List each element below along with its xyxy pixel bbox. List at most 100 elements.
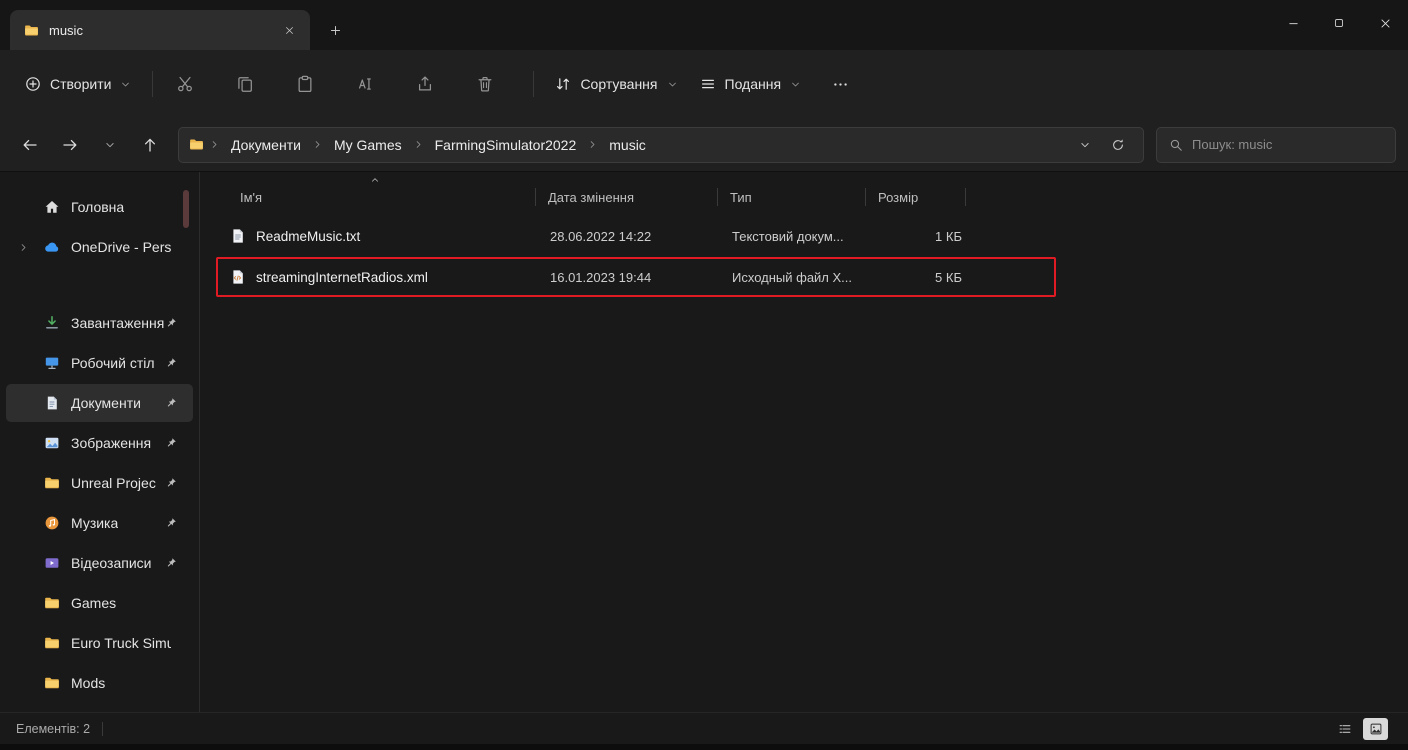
sidebar-item-icon bbox=[44, 199, 60, 215]
sidebar-item-label: Завантаження bbox=[71, 315, 165, 331]
maximize-icon bbox=[1333, 17, 1345, 29]
minimize-button[interactable] bbox=[1270, 0, 1316, 46]
window-edge bbox=[0, 744, 1408, 750]
breadcrumb-item[interactable]: My Games bbox=[328, 133, 408, 157]
sidebar-item-pictures[interactable]: Зображення bbox=[6, 424, 193, 462]
new-tab-button[interactable] bbox=[318, 13, 352, 47]
paste-button[interactable] bbox=[283, 64, 327, 104]
refresh-button[interactable] bbox=[1103, 130, 1133, 160]
sidebar-item-games[interactable]: Games bbox=[6, 584, 193, 622]
more-icon bbox=[832, 76, 849, 93]
view-icon bbox=[700, 76, 716, 92]
view-button[interactable]: Подання bbox=[689, 67, 813, 101]
status-divider bbox=[102, 721, 104, 736]
sidebar-item-unreal-projects[interactable]: Unreal Projec bbox=[6, 464, 193, 502]
file-icon bbox=[230, 269, 246, 285]
sidebar-item-label: Робочий стіл bbox=[71, 355, 155, 371]
sidebar-item-label: Відеозаписи bbox=[71, 555, 152, 571]
toolbar-button-icon bbox=[176, 75, 194, 93]
sidebar-item-desktop[interactable]: Робочий стіл bbox=[6, 344, 193, 382]
cut-button[interactable] bbox=[163, 64, 207, 104]
sidebar-item-onedrive[interactable]: OneDrive - Perso bbox=[6, 228, 193, 266]
tab-close-button[interactable] bbox=[276, 17, 302, 43]
search-icon bbox=[1169, 138, 1183, 152]
sidebar-item-label: Музика bbox=[71, 515, 119, 531]
sidebar-item-icon bbox=[44, 395, 60, 411]
pin-icon bbox=[165, 437, 177, 449]
sidebar-item-label: Mods bbox=[71, 675, 106, 691]
back-button[interactable] bbox=[12, 127, 48, 163]
new-button[interactable]: Створити bbox=[14, 67, 142, 101]
sidebar-item-label: Games bbox=[71, 595, 117, 611]
share-button[interactable] bbox=[403, 64, 447, 104]
sort-icon bbox=[555, 76, 571, 92]
pin-icon bbox=[165, 357, 177, 369]
details-view-button[interactable] bbox=[1332, 718, 1357, 740]
sidebar-item-downloads[interactable]: Завантаження bbox=[6, 304, 193, 342]
search-input[interactable] bbox=[1192, 137, 1383, 152]
file-row[interactable]: streamingInternetRadios.xml 16.01.2023 1… bbox=[216, 257, 1056, 297]
sidebar-item-label: OneDrive - Perso bbox=[71, 239, 171, 255]
sidebar-scrollbar-thumb[interactable] bbox=[183, 190, 189, 228]
toolbar-button-icon bbox=[236, 75, 254, 93]
sidebar-item-label: Unreal Projec bbox=[71, 475, 156, 491]
navigation-bar: Документи My Games FarmingSimulator2022 … bbox=[0, 118, 1408, 172]
chevron-right-icon bbox=[587, 139, 598, 150]
file-size: 1 КБ bbox=[935, 228, 962, 244]
sort-button-label: Сортування bbox=[580, 76, 658, 92]
copy-button[interactable] bbox=[223, 64, 267, 104]
column-header[interactable]: Розмір bbox=[866, 182, 966, 212]
forward-button[interactable] bbox=[52, 127, 88, 163]
delete-button[interactable] bbox=[463, 64, 507, 104]
tab-title: music bbox=[49, 22, 83, 38]
sidebar-item-mods[interactable]: Mods bbox=[6, 664, 193, 702]
arrow-right-icon bbox=[62, 137, 78, 153]
column-header[interactable]: Дата змінення bbox=[536, 182, 718, 212]
sidebar-item-label: Головна bbox=[71, 199, 125, 215]
close-icon bbox=[1379, 17, 1392, 30]
address-bar[interactable]: Документи My Games FarmingSimulator2022 … bbox=[178, 126, 1144, 163]
sort-button[interactable]: Сортування bbox=[544, 67, 688, 101]
refresh-icon bbox=[1111, 138, 1125, 152]
pin-icon bbox=[165, 317, 177, 329]
sidebar-item-label: Euro Truck Simu bbox=[71, 635, 171, 651]
search-box[interactable] bbox=[1156, 126, 1396, 163]
sidebar-item-videos[interactable]: Відеозаписи bbox=[6, 544, 193, 582]
chevron-down-icon bbox=[1079, 139, 1091, 151]
file-name-cell: streamingInternetRadios.xml bbox=[218, 269, 538, 285]
breadcrumb-item[interactable]: Документи bbox=[225, 133, 307, 157]
sidebar-item-home[interactable]: Головна bbox=[6, 188, 193, 226]
titlebar: music bbox=[0, 0, 1408, 50]
explorer-tab[interactable]: music bbox=[10, 10, 310, 50]
pin-icon bbox=[165, 517, 177, 529]
maximize-button[interactable] bbox=[1316, 0, 1362, 46]
thumbnail-view-icon bbox=[1369, 722, 1383, 736]
file-date: 16.01.2023 19:44 bbox=[550, 269, 652, 285]
chevron-right-icon bbox=[209, 139, 220, 150]
plus-circle-icon bbox=[25, 76, 41, 92]
column-header[interactable]: Тип bbox=[718, 182, 866, 212]
breadcrumb-item[interactable]: music bbox=[603, 133, 652, 157]
sidebar-item-icon bbox=[44, 555, 60, 571]
sidebar-item-icon bbox=[44, 515, 60, 531]
file-row[interactable]: ReadmeMusic.txt 28.06.2022 14:22 Текстов… bbox=[216, 216, 1056, 256]
see-more-button[interactable] bbox=[818, 64, 862, 104]
sidebar-item-icon bbox=[44, 435, 60, 451]
sidebar-item-documents[interactable]: Документи bbox=[6, 384, 193, 422]
close-button[interactable] bbox=[1362, 0, 1408, 46]
sidebar-item-music[interactable]: Музика bbox=[6, 504, 193, 542]
sidebar-item-icon bbox=[44, 355, 60, 371]
pin-icon bbox=[165, 477, 177, 489]
breadcrumb-item[interactable]: FarmingSimulator2022 bbox=[429, 133, 583, 157]
rename-button[interactable] bbox=[343, 64, 387, 104]
file-icon bbox=[230, 228, 246, 244]
chevron-right-icon bbox=[413, 139, 424, 150]
chevron-down-icon bbox=[120, 79, 131, 90]
address-dropdown-button[interactable] bbox=[1070, 130, 1100, 160]
recent-locations-button[interactable] bbox=[92, 127, 128, 163]
column-header[interactable]: Ім'я bbox=[216, 182, 536, 212]
up-button[interactable] bbox=[132, 127, 168, 163]
sidebar-item-euro-truck[interactable]: Euro Truck Simu bbox=[6, 624, 193, 662]
chevron-right-icon[interactable] bbox=[18, 242, 29, 253]
thumbnail-view-button[interactable] bbox=[1363, 717, 1388, 740]
